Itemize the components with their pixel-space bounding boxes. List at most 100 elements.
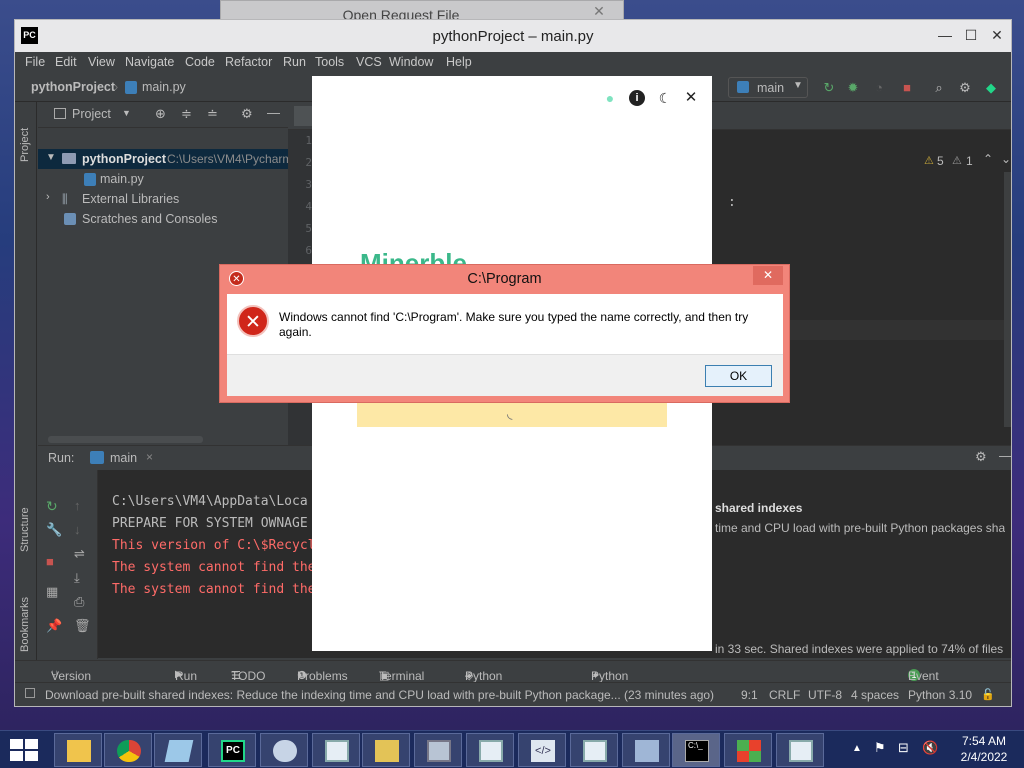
tree-row-external-libraries[interactable]: › ⫼ External Libraries xyxy=(38,189,288,209)
up-arrow-icon[interactable]: ↑ xyxy=(74,498,81,513)
close-icon[interactable]: ✕ xyxy=(589,3,609,19)
run-config-select[interactable]: main ▼ xyxy=(728,77,808,98)
taskbar-window[interactable] xyxy=(570,733,618,767)
stop-icon[interactable]: ■ xyxy=(899,80,915,96)
taskbar-network[interactable] xyxy=(622,733,670,767)
menu-vcs[interactable]: VCS xyxy=(356,55,382,69)
taskbar-python-app[interactable] xyxy=(724,733,772,767)
tree-row-root[interactable]: ▼ pythonProject C:\Users\VM4\Pycharm xyxy=(38,149,292,169)
breadcrumb-project[interactable]: pythonProject xyxy=(31,80,115,94)
rerun-icon[interactable]: ↻ xyxy=(46,498,58,515)
menu-window[interactable]: Window xyxy=(389,55,433,69)
weak-warning-icon[interactable]: ⚠ xyxy=(952,154,962,167)
line-separator[interactable]: CRLF xyxy=(769,688,800,702)
gear-icon[interactable]: ⚙ xyxy=(241,106,253,122)
print-icon[interactable]: ⎙ xyxy=(74,594,84,610)
menu-run[interactable]: Run xyxy=(283,55,306,69)
file-encoding[interactable]: UTF-8 xyxy=(808,688,842,702)
action-center-icon[interactable]: ⚑ xyxy=(874,740,886,756)
background-window[interactable]: Open Request File ✕ xyxy=(220,0,624,23)
clock-date[interactable]: 2/4/2022 xyxy=(954,750,1014,764)
stop-icon[interactable]: ■ xyxy=(46,554,54,569)
chevron-down-icon[interactable]: ▼ xyxy=(122,108,131,118)
toggle-tool-windows-icon[interactable] xyxy=(25,688,35,698)
search-icon[interactable]: ⌕ xyxy=(931,80,947,96)
project-view-label[interactable]: Project xyxy=(72,107,111,121)
locate-icon[interactable]: ⊕ xyxy=(155,106,166,122)
start-button[interactable] xyxy=(10,739,38,761)
warning-icon[interactable]: ⚠ xyxy=(924,154,934,167)
maximize-button[interactable]: ☐ xyxy=(958,24,984,46)
info-icon[interactable]: i xyxy=(629,90,645,106)
menu-refactor[interactable]: Refactor xyxy=(225,55,272,69)
taskbar-window[interactable] xyxy=(466,733,514,767)
bookmarks-tool-button[interactable]: Bookmarks xyxy=(19,597,31,652)
taskbar-chrome[interactable] xyxy=(104,733,152,767)
taskbar-pycharm[interactable]: PC xyxy=(208,733,256,767)
menu-tools[interactable]: Tools xyxy=(315,55,344,69)
taskbar-media[interactable] xyxy=(260,733,308,767)
close-button[interactable]: ✕ xyxy=(984,24,1010,46)
jetbrains-logo-icon[interactable]: ◆ xyxy=(983,80,999,96)
chevron-right-icon[interactable]: › xyxy=(46,191,50,203)
menu-edit[interactable]: Edit xyxy=(55,55,77,69)
close-icon[interactable]: ✕ xyxy=(683,90,699,106)
tree-row-scratches[interactable]: Scratches and Consoles xyxy=(38,209,288,229)
editor-tab[interactable] xyxy=(294,106,314,126)
layout-icon[interactable]: ▦ xyxy=(46,584,58,600)
menu-file[interactable]: File xyxy=(25,55,45,69)
caret-position[interactable]: 9:1 xyxy=(741,688,758,702)
project-tool-button[interactable]: Project xyxy=(19,128,31,162)
taskbar-notepad[interactable] xyxy=(154,733,202,767)
expand-all-icon[interactable]: ≑ xyxy=(181,106,192,122)
taskbar-window[interactable] xyxy=(776,733,824,767)
minimize-button[interactable]: — xyxy=(932,24,958,46)
gear-icon[interactable]: ⚙ xyxy=(957,80,973,96)
project-icon xyxy=(54,108,66,119)
scroll-to-end-icon[interactable]: ⤓ xyxy=(74,570,80,586)
menu-view[interactable]: View xyxy=(88,55,115,69)
taskbar-file-explorer[interactable] xyxy=(54,733,102,767)
run-tab-label[interactable]: main xyxy=(110,451,137,465)
taskbar-calculator[interactable] xyxy=(414,733,462,767)
pin-icon[interactable]: 📌 xyxy=(46,618,62,634)
close-button[interactable]: ✕ xyxy=(753,266,783,285)
menu-code[interactable]: Code xyxy=(185,55,215,69)
horizontal-scrollbar[interactable] xyxy=(48,436,203,443)
soft-wrap-icon[interactable]: ⇌ xyxy=(74,546,85,562)
python-interpreter[interactable]: Python 3.10 xyxy=(908,688,972,702)
clock-time[interactable]: 7:54 AM xyxy=(954,734,1014,748)
status-message[interactable]: Download pre-built shared indexes: Reduc… xyxy=(45,688,714,702)
menu-help[interactable]: Help xyxy=(446,55,472,69)
chevron-down-icon[interactable]: ▼ xyxy=(46,152,56,163)
down-arrow-icon[interactable]: ↓ xyxy=(74,522,81,537)
network-tray-icon[interactable]: ⊟ xyxy=(898,740,909,756)
structure-tool-button[interactable]: Structure xyxy=(19,507,31,552)
moon-icon[interactable]: ☾ xyxy=(657,90,673,106)
debug-icon[interactable]: ✹ xyxy=(845,80,861,96)
taskbar-window[interactable] xyxy=(312,733,360,767)
chevron-up-icon[interactable]: ⌃ xyxy=(983,152,993,166)
rerun-icon[interactable]: ↻ xyxy=(821,80,837,96)
ok-button[interactable]: OK xyxy=(705,365,772,387)
lock-icon[interactable]: 🔓 xyxy=(981,688,995,701)
menu-navigate[interactable]: Navigate xyxy=(125,55,174,69)
indent-setting[interactable]: 4 spaces xyxy=(851,688,899,702)
volume-muted-icon[interactable]: 🔇 xyxy=(922,740,938,756)
trash-icon[interactable]: 🗑 xyxy=(74,618,91,634)
taskbar-keys[interactable] xyxy=(362,733,410,767)
taskbar-xml-editor[interactable]: </> xyxy=(518,733,566,767)
hide-icon[interactable]: — xyxy=(267,105,280,120)
hide-icon[interactable]: — xyxy=(999,448,1012,463)
vertical-scrollbar[interactable] xyxy=(1004,172,1011,427)
gear-icon[interactable]: ⚙ xyxy=(975,449,987,465)
breadcrumb-file[interactable]: main.py xyxy=(142,80,186,94)
tree-row-main-py[interactable]: main.py xyxy=(38,169,288,189)
taskbar-cmd[interactable]: C:\_ xyxy=(672,733,720,767)
tray-expand-icon[interactable]: ▲ xyxy=(852,743,862,754)
coverage-icon[interactable]: ◔ xyxy=(871,80,887,96)
chevron-down-icon[interactable]: ⌄ xyxy=(1001,152,1011,166)
wrench-icon[interactable]: 🔧 xyxy=(46,522,62,538)
close-icon[interactable]: × xyxy=(146,450,153,464)
collapse-all-icon[interactable]: ≐ xyxy=(207,106,218,122)
